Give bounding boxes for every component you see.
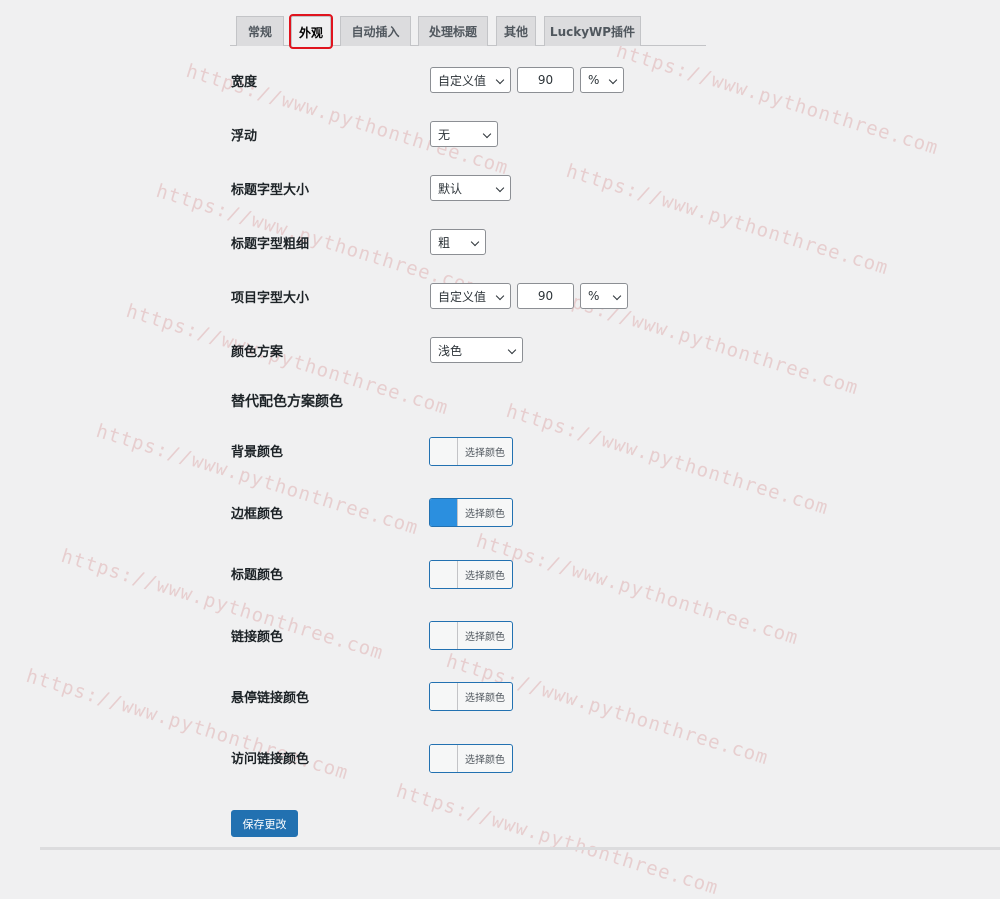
color-scheme-value: 浅色 xyxy=(438,343,463,358)
chevron-down-icon xyxy=(482,129,492,139)
float-select[interactable]: 无 xyxy=(430,121,498,147)
choose-color-label: 选择颜色 xyxy=(465,448,505,459)
title-font-weight-label: 标题字型粗细 xyxy=(231,237,310,252)
width-mode-value: 自定义值 xyxy=(438,73,487,88)
color-scheme-label: 颜色方案 xyxy=(231,345,284,360)
color-swatch xyxy=(430,561,458,588)
alt-colors-heading: 替代配色方案颜色 xyxy=(231,394,343,410)
color-swatch xyxy=(430,683,458,710)
watermark: https://www.pythonthree.com xyxy=(563,160,892,280)
width-unit-value: % xyxy=(588,73,600,87)
link-color-picker[interactable]: 选择颜色 xyxy=(429,621,513,650)
chevron-down-icon xyxy=(495,291,505,301)
float-value: 无 xyxy=(438,127,451,142)
width-mode-select[interactable]: 自定义值 xyxy=(430,67,511,93)
item-font-size-value-input[interactable]: 90 xyxy=(517,283,574,309)
title-color-label: 标题颜色 xyxy=(231,568,284,583)
hover-link-color-picker[interactable]: 选择颜色 xyxy=(429,682,513,711)
color-swatch xyxy=(430,499,458,526)
watermark: https://www.pythonthree.com xyxy=(613,40,942,160)
border-color-picker[interactable]: 选择颜色 xyxy=(429,498,513,527)
choose-color-label: 选择颜色 xyxy=(465,571,505,582)
color-scheme-select[interactable]: 浅色 xyxy=(430,337,523,363)
item-font-size-mode-select[interactable]: 自定义值 xyxy=(430,283,511,309)
visited-link-color-label: 访问链接颜色 xyxy=(231,752,310,767)
watermark: https://www.pythonthree.com xyxy=(503,400,832,520)
item-font-size-label: 项目字型大小 xyxy=(231,291,310,306)
tab-auto-insert[interactable]: 自动插入 xyxy=(340,16,411,46)
width-unit-select[interactable]: % xyxy=(580,67,624,93)
chevron-down-icon xyxy=(495,183,505,193)
tab-general[interactable]: 常规 xyxy=(236,16,284,46)
tab-misc[interactable]: 其他 xyxy=(496,16,536,46)
tab-luckywp-plugins[interactable]: LuckyWP插件 xyxy=(544,16,641,46)
link-color-label: 链接颜色 xyxy=(231,630,284,645)
save-changes-button[interactable]: 保存更改 xyxy=(231,810,298,837)
width-label: 宽度 xyxy=(231,75,258,90)
tab-appearance[interactable]: 外观 xyxy=(289,14,333,49)
item-font-size-unit-value: % xyxy=(588,289,600,303)
color-swatch xyxy=(430,745,458,772)
float-label: 浮动 xyxy=(231,129,258,144)
choose-color-label: 选择颜色 xyxy=(465,632,505,643)
chevron-down-icon xyxy=(507,345,517,355)
choose-color-label: 选择颜色 xyxy=(465,509,505,520)
item-font-size-mode-value: 自定义值 xyxy=(438,289,487,304)
watermark: https://www.pythonthree.com xyxy=(473,530,802,650)
choose-color-label: 选择颜色 xyxy=(465,693,505,704)
tab-process-headings[interactable]: 处理标题 xyxy=(418,16,488,46)
title-font-weight-select[interactable]: 粗 xyxy=(430,229,486,255)
watermark: https://www.pythonthree.com xyxy=(393,780,722,899)
watermark: https://www.pythonthree.com xyxy=(58,545,387,665)
border-color-label: 边框颜色 xyxy=(231,507,284,522)
chevron-down-icon xyxy=(495,75,505,85)
title-font-size-select[interactable]: 默认 xyxy=(430,175,511,201)
settings-tabs: 常规 外观 自动插入 处理标题 其他 LuckyWP插件 xyxy=(230,14,706,49)
title-color-picker[interactable]: 选择颜色 xyxy=(429,560,513,589)
item-font-size-unit-select[interactable]: % xyxy=(580,283,628,309)
title-font-weight-value: 粗 xyxy=(438,235,451,250)
title-font-size-label: 标题字型大小 xyxy=(231,183,310,198)
title-font-size-value: 默认 xyxy=(438,181,463,196)
chevron-down-icon xyxy=(470,237,480,247)
color-swatch xyxy=(430,438,458,465)
visited-link-color-picker[interactable]: 选择颜色 xyxy=(429,744,513,773)
width-value-input[interactable]: 90 xyxy=(517,67,574,93)
hover-link-color-label: 悬停链接颜色 xyxy=(231,691,310,706)
color-swatch xyxy=(430,622,458,649)
background-color-label: 背景颜色 xyxy=(231,445,284,460)
chevron-down-icon xyxy=(612,291,622,301)
chevron-down-icon xyxy=(608,75,618,85)
background-color-picker[interactable]: 选择颜色 xyxy=(429,437,513,466)
choose-color-label: 选择颜色 xyxy=(465,755,505,766)
